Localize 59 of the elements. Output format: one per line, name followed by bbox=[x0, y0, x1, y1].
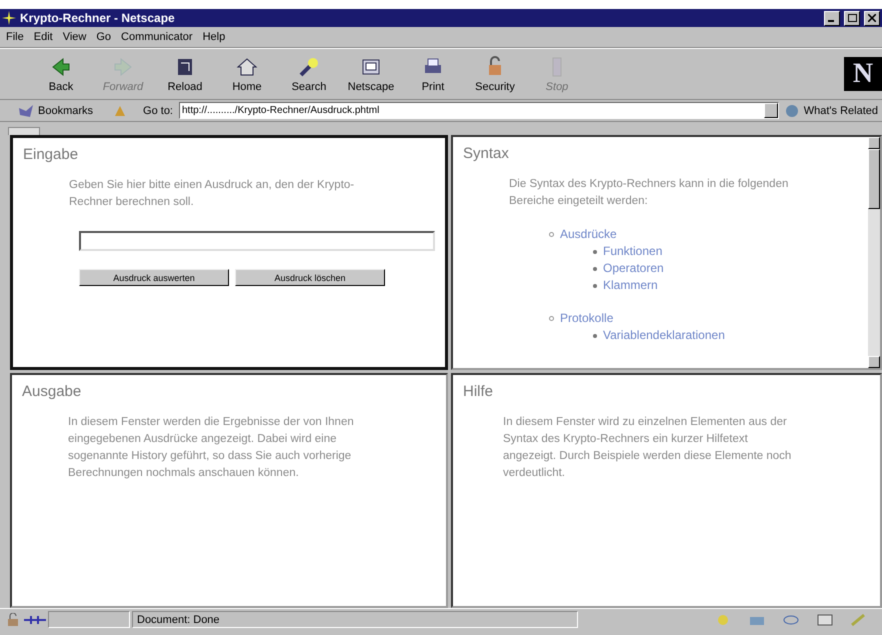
scrollbar[interactable] bbox=[868, 137, 880, 368]
dropdown-button[interactable] bbox=[764, 103, 778, 118]
syntax-link[interactable]: Operatoren bbox=[603, 260, 664, 277]
globe-icon bbox=[784, 104, 801, 118]
form-button[interactable]: Ausdruck auswerten bbox=[79, 269, 229, 286]
minimize-button[interactable] bbox=[824, 10, 840, 26]
tab-handle[interactable] bbox=[8, 127, 40, 135]
menu-item[interactable]: Help bbox=[202, 31, 226, 43]
syntax-link[interactable]: Klammern bbox=[603, 277, 658, 294]
status-text: Document: Done bbox=[132, 611, 578, 628]
bullet-icon bbox=[549, 232, 554, 237]
pen-icon bbox=[850, 612, 868, 626]
menu-item[interactable]: View bbox=[62, 31, 86, 43]
goto-label: Go to: bbox=[143, 104, 173, 116]
browser-logo: N bbox=[844, 57, 882, 91]
close-button[interactable] bbox=[864, 10, 880, 26]
form-button[interactable]: Ausdruck löschen bbox=[235, 269, 385, 286]
search-icon bbox=[297, 55, 321, 79]
description-text: In diesem Fenster werden die Ergebnisse der von Ihnen eingegebenen Ausdrücke angezeigt. Dabei wird eine sogenannte History geführt, so dass Sie auch vorherige Berechnungen nochmals anschauen können. bbox=[68, 415, 355, 481]
description-text: Geben Sie hier bitte einen Ausdruck an, den der Krypto-Rechner berechnen soll. bbox=[69, 178, 356, 210]
menu-item[interactable]: Go bbox=[96, 31, 112, 43]
bullet-icon bbox=[593, 334, 597, 338]
bullet-icon bbox=[593, 284, 597, 288]
frame-heading: Hilfe bbox=[463, 383, 494, 400]
scroll-down-button[interactable] bbox=[868, 356, 880, 368]
bookmarks-button[interactable]: Bookmarks bbox=[18, 104, 108, 118]
toolbar-button[interactable]: Print bbox=[402, 55, 464, 93]
syntax-link[interactable]: Funktionen bbox=[603, 243, 662, 260]
toolbar-button[interactable]: Netscape bbox=[340, 55, 402, 93]
menu-item[interactable]: Edit bbox=[34, 31, 53, 43]
toolbar-button[interactable]: Reload bbox=[154, 55, 216, 93]
description-text: In diesem Fenster wird zu einzelnen Elementen aus der Syntax des Krypto-Rechners ein kurzer Hilfetext angezeigt. Durch Beispiele werden diese Elemente noch verdeutlicht. bbox=[503, 415, 792, 481]
frame-heading: Syntax bbox=[463, 145, 510, 162]
description-text: Die Syntax des Krypto-Rechners kann in die folgenden Bereiche eingeteilt werden: bbox=[509, 177, 790, 209]
toolbar-button[interactable]: Search bbox=[278, 55, 340, 93]
maximize-button[interactable] bbox=[844, 10, 860, 26]
url-field[interactable]: http://........../Krypto-Rechner/Ausdruck.phtml bbox=[179, 102, 779, 119]
window-title: Krypto-Rechner - Netscape bbox=[20, 11, 175, 25]
toolbar-button[interactable]: Security bbox=[464, 55, 526, 93]
bullet-icon bbox=[549, 316, 554, 321]
toolbar-button[interactable]: Back bbox=[30, 55, 92, 93]
toolbar-button[interactable]: Home bbox=[216, 55, 278, 93]
frame-heading: Eingabe bbox=[23, 146, 80, 163]
syntax-link[interactable]: Variablendeklarationen bbox=[603, 327, 725, 344]
maximize-icon bbox=[848, 14, 856, 22]
close-icon bbox=[868, 14, 876, 22]
scroll-up-button[interactable] bbox=[868, 137, 880, 149]
bullet-icon bbox=[593, 250, 597, 254]
app-icon bbox=[2, 11, 16, 25]
expression-input[interactable] bbox=[79, 231, 435, 251]
menu-item[interactable]: Communicator bbox=[121, 31, 193, 43]
scroll-thumb[interactable] bbox=[868, 149, 880, 209]
syntax-link[interactable]: Ausdrücke bbox=[560, 226, 617, 243]
whats-related-button[interactable]: What's Related bbox=[784, 104, 882, 118]
bullet-icon bbox=[593, 266, 597, 270]
syntax-link[interactable]: Protokolle bbox=[560, 310, 614, 327]
menu-item[interactable]: File bbox=[6, 31, 24, 43]
bookmark-icon bbox=[18, 104, 34, 118]
frame-heading: Ausgabe bbox=[22, 383, 82, 400]
